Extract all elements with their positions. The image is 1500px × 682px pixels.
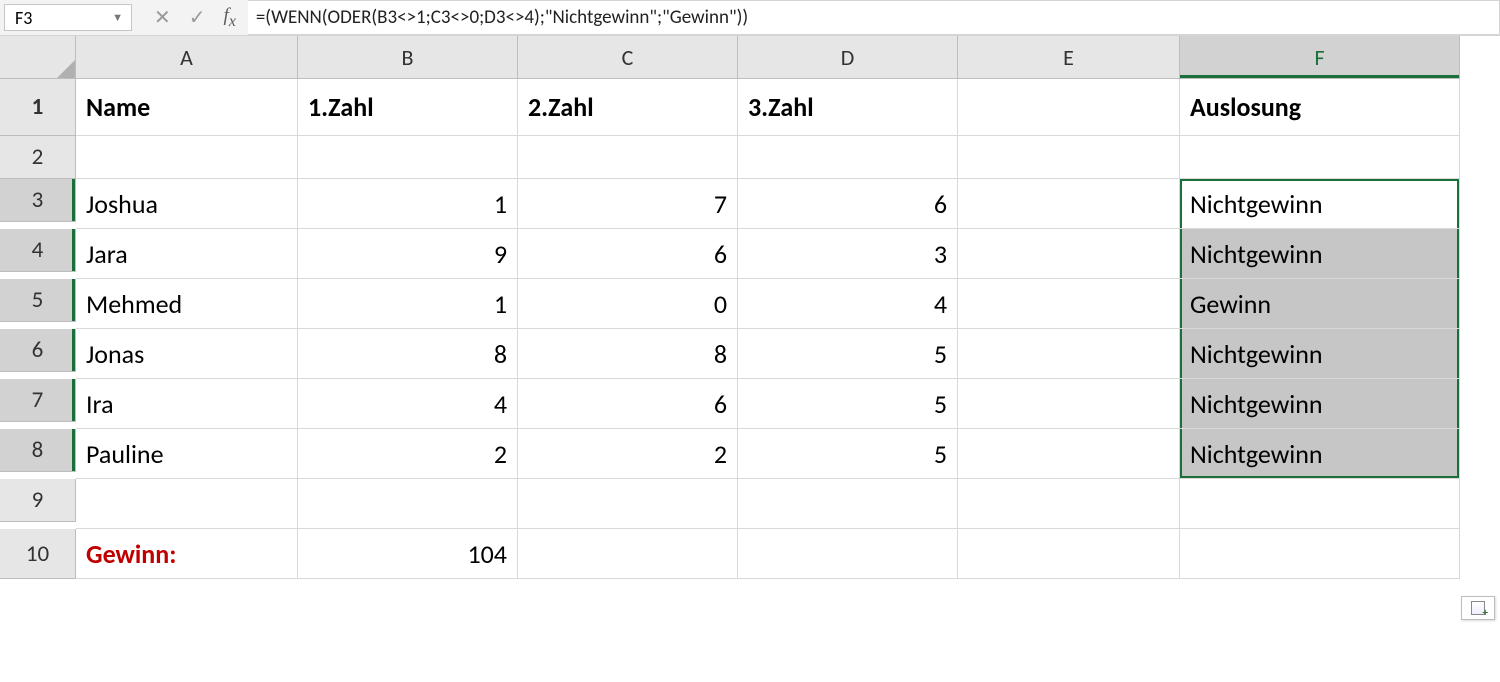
cell-D2[interactable]	[738, 136, 958, 179]
cell-B8[interactable]: 2	[298, 429, 518, 479]
row-header-10[interactable]: 10	[0, 529, 76, 579]
cell-C10[interactable]	[518, 529, 738, 579]
cell-A9[interactable]	[76, 479, 298, 529]
fx-icon[interactable]: fx	[224, 5, 236, 31]
cell-E10[interactable]	[958, 529, 1180, 579]
cell-F2[interactable]	[1180, 136, 1460, 179]
cell-B10[interactable]: 104	[298, 529, 518, 579]
cell-A4[interactable]: Jara	[76, 229, 298, 279]
cell-F1[interactable]: Auslosung	[1180, 79, 1460, 136]
cell-C2[interactable]	[518, 136, 738, 179]
cell-C3[interactable]: 7	[518, 179, 738, 229]
column-header-C[interactable]: C	[518, 36, 738, 79]
cell-D8[interactable]: 5	[738, 429, 958, 479]
cell-F6[interactable]: Nichtgewinn	[1180, 329, 1460, 379]
column-header-D[interactable]: D	[738, 36, 958, 79]
formula-bar: F3 ▼ ✕ ✓ fx =(WENN(ODER(B3<>1;C3<>0;D3<>…	[0, 0, 1500, 36]
cell-D4[interactable]: 3	[738, 229, 958, 279]
cancel-icon[interactable]: ✕	[154, 5, 171, 30]
cell-C9[interactable]	[518, 479, 738, 529]
cell-B5[interactable]: 1	[298, 279, 518, 329]
cell-D7[interactable]: 5	[738, 379, 958, 429]
row-header-2[interactable]: 2	[0, 136, 76, 179]
row-header-6[interactable]: 6	[0, 329, 76, 372]
cell-F4[interactable]: Nichtgewinn	[1180, 229, 1460, 279]
cell-E7[interactable]	[958, 379, 1180, 429]
cell-A2[interactable]	[76, 136, 298, 179]
cell-B9[interactable]	[298, 479, 518, 529]
cell-A10[interactable]: Gewinn:	[76, 529, 298, 579]
cell-E8[interactable]	[958, 429, 1180, 479]
cell-D1[interactable]: 3.Zahl	[738, 79, 958, 136]
cell-A1[interactable]: Name	[76, 79, 298, 136]
cell-E3[interactable]	[958, 179, 1180, 229]
row-header-7[interactable]: 7	[0, 379, 76, 422]
autofill-options-button[interactable]	[1461, 596, 1495, 620]
cell-D3[interactable]: 6	[738, 179, 958, 229]
cell-B6[interactable]: 8	[298, 329, 518, 379]
cell-A5[interactable]: Mehmed	[76, 279, 298, 329]
cell-B2[interactable]	[298, 136, 518, 179]
cell-C7[interactable]: 6	[518, 379, 738, 429]
formula-bar-icons: ✕ ✓ fx	[136, 0, 248, 35]
row-header-3[interactable]: 3	[0, 179, 76, 222]
cell-E4[interactable]	[958, 229, 1180, 279]
cell-B3[interactable]: 1	[298, 179, 518, 229]
accept-icon[interactable]: ✓	[189, 5, 206, 30]
cell-F5[interactable]: Gewinn	[1180, 279, 1460, 329]
cell-C4[interactable]: 6	[518, 229, 738, 279]
cell-C1[interactable]: 2.Zahl	[518, 79, 738, 136]
row-header-1[interactable]: 1	[0, 79, 76, 136]
column-header-B[interactable]: B	[298, 36, 518, 79]
cell-B7[interactable]: 4	[298, 379, 518, 429]
column-header-E[interactable]: E	[958, 36, 1180, 79]
row-header-9[interactable]: 9	[0, 479, 76, 522]
cell-reference: F3	[15, 7, 32, 29]
cell-A8[interactable]: Pauline	[76, 429, 298, 479]
select-all-corner[interactable]	[0, 36, 76, 79]
cell-A6[interactable]: Jonas	[76, 329, 298, 379]
cell-D9[interactable]	[738, 479, 958, 529]
formula-text: =(WENN(ODER(B3<>1;C3<>0;D3<>4);"Nichtgew…	[256, 6, 748, 29]
cell-F9[interactable]	[1180, 479, 1460, 529]
cell-C5[interactable]: 0	[518, 279, 738, 329]
name-box[interactable]: F3 ▼	[4, 4, 132, 31]
cell-A7[interactable]: Ira	[76, 379, 298, 429]
row-header-8[interactable]: 8	[0, 429, 76, 472]
cell-E9[interactable]	[958, 479, 1180, 529]
cell-F10[interactable]	[1180, 529, 1460, 579]
cell-F7[interactable]: Nichtgewinn	[1180, 379, 1460, 429]
cell-D5[interactable]: 4	[738, 279, 958, 329]
cell-F8[interactable]: Nichtgewinn	[1180, 429, 1460, 479]
autofill-options-icon	[1471, 601, 1485, 615]
cell-E1[interactable]	[958, 79, 1180, 136]
cell-C8[interactable]: 2	[518, 429, 738, 479]
spreadsheet-grid[interactable]: A B C D E F 1 Name 1.Zahl 2.Zahl 3.Zahl …	[0, 36, 1500, 579]
column-header-A[interactable]: A	[76, 36, 298, 79]
column-header-F[interactable]: F	[1180, 36, 1460, 79]
cell-D10[interactable]	[738, 529, 958, 579]
cell-B4[interactable]: 9	[298, 229, 518, 279]
cell-E5[interactable]	[958, 279, 1180, 329]
cell-A3[interactable]: Joshua	[76, 179, 298, 229]
cell-F3[interactable]: Nichtgewinn	[1180, 179, 1460, 229]
cell-D6[interactable]: 5	[738, 329, 958, 379]
formula-input[interactable]: =(WENN(ODER(B3<>1;C3<>0;D3<>4);"Nichtgew…	[248, 0, 1500, 35]
row-header-4[interactable]: 4	[0, 229, 76, 272]
cell-E2[interactable]	[958, 136, 1180, 179]
cell-E6[interactable]	[958, 329, 1180, 379]
cell-B1[interactable]: 1.Zahl	[298, 79, 518, 136]
cell-C6[interactable]: 8	[518, 329, 738, 379]
chevron-down-icon[interactable]: ▼	[112, 11, 123, 24]
row-header-5[interactable]: 5	[0, 279, 76, 322]
